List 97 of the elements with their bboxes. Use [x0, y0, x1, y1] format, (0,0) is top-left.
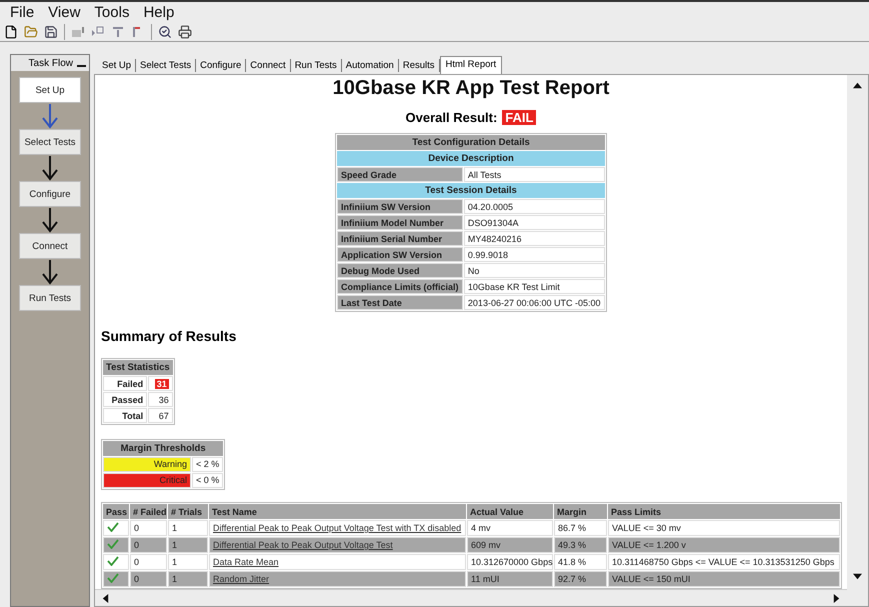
printer-icon[interactable] [178, 24, 192, 38]
table-cell: 1 [168, 554, 208, 570]
down-arrow-icon [41, 155, 59, 181]
table-cell: MY48240216 [464, 231, 605, 246]
table-cell: Failed [103, 376, 148, 391]
table-cell: 49.3 % [554, 537, 607, 553]
down-arrow-icon [41, 103, 59, 129]
table-cell: Warning [103, 456, 191, 472]
table-header: Margin Thresholds [103, 440, 224, 456]
table-cell: 10Gbase KR Test Limit [464, 279, 605, 294]
table-cell: 4 mv [467, 520, 553, 536]
table-cell: Compliance Limits (official) [337, 279, 463, 294]
section-header: Test Session Details [337, 183, 605, 198]
table-cell: 0 [130, 554, 167, 570]
table-cell: No [464, 263, 605, 278]
table-cell: < 0 % [192, 472, 224, 488]
tab[interactable]: Automation [342, 59, 399, 72]
down-arrow-icon [41, 207, 59, 233]
open-folder-icon[interactable] [24, 24, 38, 38]
scroll-right-icon[interactable] [832, 594, 841, 602]
panel-title: Task Flow [28, 58, 73, 68]
table-cell: 609 mv [467, 537, 553, 553]
column-header: # Failed [130, 504, 167, 519]
table-cell: DSO91304A [464, 215, 605, 230]
table-cell: VALUE <= 30 mv [608, 520, 840, 536]
column-header: Actual Value [467, 504, 553, 519]
table-cell: 1 [168, 520, 208, 536]
table-cell: All Tests [464, 167, 605, 182]
table-cell: 41.8 % [554, 554, 607, 570]
table-cell: 31 [148, 376, 173, 391]
table-cell: Infiniium Model Number [337, 215, 463, 230]
table-cell: Total [103, 408, 148, 423]
table-cell: 0.99.9018 [464, 247, 605, 262]
toolbar-icon[interactable] [91, 26, 105, 38]
report-title: 10Gbase KR App Test Report [332, 77, 610, 100]
column-header: # Trials [168, 504, 208, 519]
menu-item[interactable]: Tools [94, 4, 130, 22]
menu-item[interactable]: File [10, 4, 34, 22]
section-header: Device Description [337, 151, 605, 166]
tab[interactable]: Connect [246, 59, 291, 72]
table-cell: 36 [148, 392, 173, 407]
result-badge: FAIL [502, 110, 536, 125]
menu-item[interactable]: View [48, 4, 80, 22]
test-name-link[interactable]: Data Rate Mean [213, 557, 279, 567]
task-step-button[interactable]: Run Tests [19, 285, 81, 311]
table-cell: Infiniium Serial Number [337, 231, 463, 246]
table-cell: 2013-06-27 00:06:00 UTC -05:00 [464, 295, 605, 310]
tab[interactable]: Configure [196, 59, 246, 72]
menu-item[interactable]: Help [143, 4, 174, 22]
section-title: Summary of Results [101, 328, 238, 344]
save-icon[interactable] [44, 24, 58, 38]
table-cell: 0 [130, 537, 167, 553]
print-preview-icon[interactable] [158, 24, 172, 38]
tab[interactable]: Set Up [98, 59, 136, 72]
task-step-button[interactable]: Configure [19, 181, 81, 207]
table-cell: VALUE <= 150 mUI [608, 571, 840, 587]
tab[interactable]: Select Tests [136, 59, 196, 72]
table-cell: 92.7 % [554, 571, 607, 587]
table-cell: 10.312670000 Gbps [467, 554, 553, 570]
table-header: Test Statistics [103, 360, 173, 375]
toolbar-icon[interactable] [71, 26, 85, 38]
scroll-up-icon[interactable] [853, 81, 862, 90]
column-header: Test Name [209, 504, 466, 519]
task-step-button[interactable]: Select Tests [19, 129, 81, 155]
table-cell: Last Test Date [337, 295, 463, 310]
table-cell: Passed [103, 392, 148, 407]
task-step-button[interactable]: Connect [19, 233, 81, 259]
toolbar-icon[interactable] [111, 26, 125, 38]
table-cell: 04.20.0005 [464, 199, 605, 214]
overall-result-label: Overall Result: [406, 110, 498, 125]
table-cell: 86.7 % [554, 520, 607, 536]
table-cell: 0 [130, 520, 167, 536]
table-cell: 0 [130, 571, 167, 587]
table-cell: 10.311468750 Gbps <= VALUE <= 10.313531250 Gbps [608, 554, 840, 570]
scroll-down-icon[interactable] [853, 572, 862, 581]
table-cell: < 2 % [192, 456, 224, 472]
new-file-icon[interactable] [4, 24, 18, 38]
table-cell: Speed Grade [337, 167, 463, 182]
table-cell: Application SW Version [337, 247, 463, 262]
table-header: Test Configuration Details [337, 135, 605, 150]
table-cell: Debug Mode Used [337, 263, 463, 278]
table-cell: 1 [168, 537, 208, 553]
column-header: Pass [103, 504, 129, 519]
down-arrow-icon [41, 259, 59, 285]
table-cell: Infiniium SW Version [337, 199, 463, 214]
tab[interactable]: Html Report [440, 56, 502, 74]
table-cell: Critical [103, 472, 191, 488]
table-cell: 1 [168, 571, 208, 587]
task-step-button[interactable]: Set Up [19, 77, 81, 103]
column-header: Pass Limits [608, 504, 840, 519]
scroll-left-icon[interactable] [101, 594, 110, 602]
table-cell: VALUE <= 1.200 v [608, 537, 840, 553]
column-header: Margin [554, 504, 607, 519]
test-name-link[interactable]: Random Jitter [213, 574, 270, 584]
tab[interactable]: Run Tests [290, 59, 342, 72]
table-cell: 67 [148, 408, 173, 423]
table-cell: 11 mUI [467, 571, 553, 587]
